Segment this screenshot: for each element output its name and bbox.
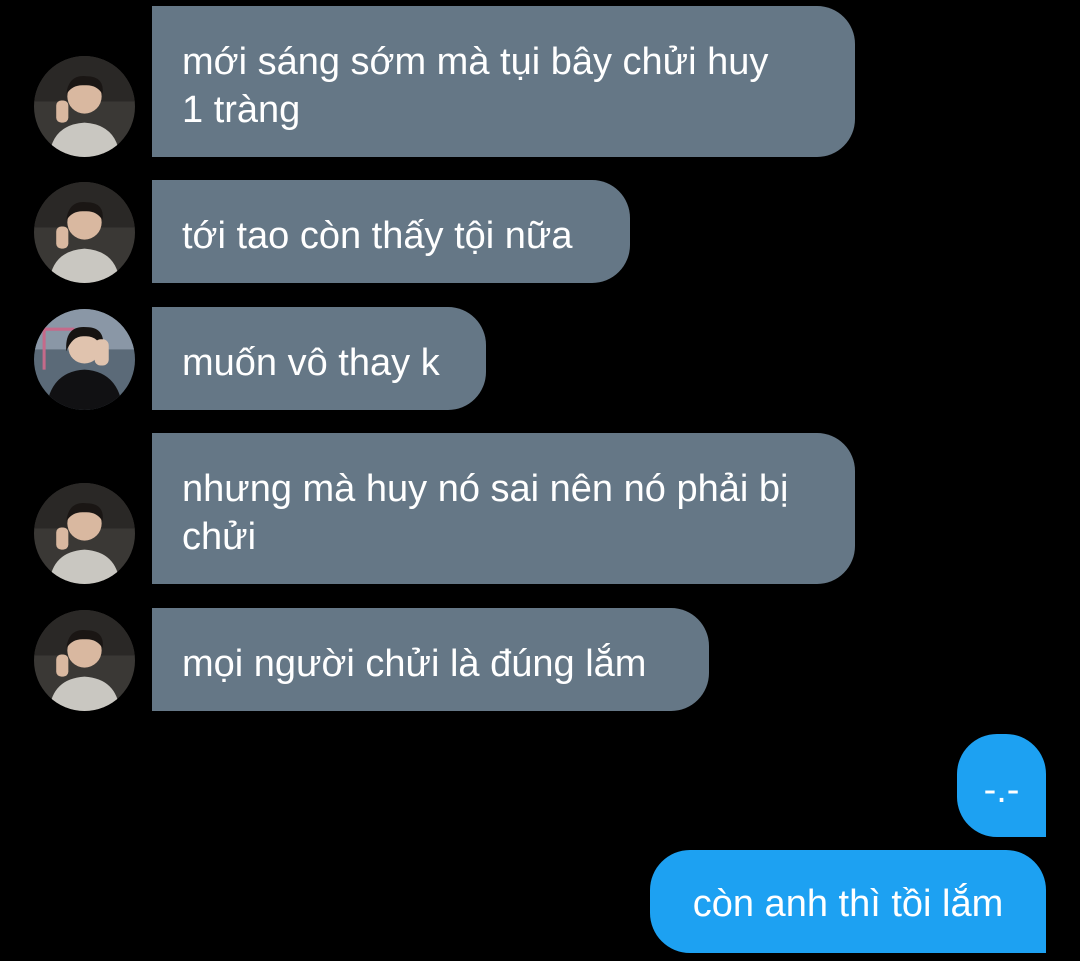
message-bubble-incoming[interactable]: mọi người chửi là đúng lắm [152, 608, 709, 711]
message-bubble-incoming[interactable]: tới tao còn thấy tội nữa [152, 180, 630, 283]
sender-avatar-user-b[interactable] [34, 309, 135, 410]
message-bubble-incoming[interactable]: nhưng mà huy nó sai nên nó phải bị chửi [152, 433, 855, 584]
sender-avatar-user-a[interactable] [34, 610, 135, 711]
avatar-photo-icon [34, 483, 135, 584]
sender-avatar-user-a[interactable] [34, 182, 135, 283]
avatar-photo-icon [34, 56, 135, 157]
message-bubble-outgoing[interactable]: còn anh thì tồi lắm [650, 850, 1046, 953]
avatar-photo-icon [34, 309, 135, 410]
message-bubble-outgoing[interactable]: -.- [957, 734, 1046, 837]
message-bubble-incoming[interactable]: mới sáng sớm mà tụi bây chửi huy 1 tràng [152, 6, 855, 157]
message-bubble-incoming[interactable]: muốn vô thay k [152, 307, 486, 410]
sender-avatar-user-a[interactable] [34, 483, 135, 584]
avatar-photo-icon [34, 182, 135, 283]
avatar-photo-icon [34, 610, 135, 711]
sender-avatar-user-a[interactable] [34, 56, 135, 157]
